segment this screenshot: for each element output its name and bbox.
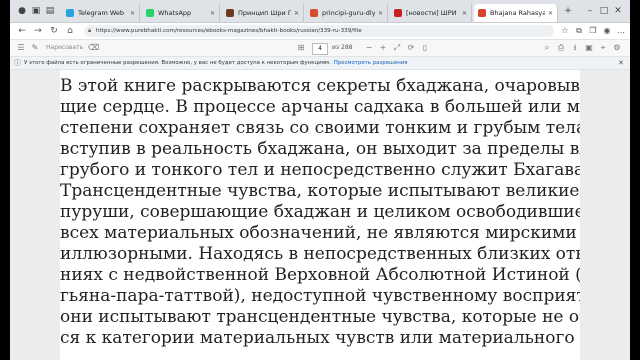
text-line: ниях с недвойственной Верховной Абсолютн… bbox=[60, 265, 580, 285]
tab-strip: ● ▣ ▤ Telegram Web ✕ WhatsApp ✕ Принцип … bbox=[10, 0, 630, 23]
rotate-icon[interactable]: ⟳ bbox=[406, 42, 416, 54]
erase-icon[interactable]: ⌫ bbox=[88, 42, 99, 54]
close-window-icon[interactable]: ✕ bbox=[612, 5, 624, 17]
lock-icon: 🔒︎ bbox=[88, 27, 92, 34]
close-icon[interactable]: ✕ bbox=[618, 57, 624, 69]
document-icon bbox=[310, 9, 318, 17]
more-icon[interactable]: … bbox=[616, 25, 626, 37]
tab-gmail-news[interactable]: [новости] ШРИ НАВАДВ... ✕ bbox=[390, 4, 472, 22]
browser-window: ● ▣ ▤ Telegram Web ✕ WhatsApp ✕ Принцип … bbox=[10, 0, 630, 360]
text-line: они испытывают трансцендентные чувства, … bbox=[60, 307, 580, 327]
page-total: из 288 bbox=[332, 44, 353, 51]
tab-title: principi-guru-dlya-sajtu... bbox=[322, 9, 375, 17]
search-icon[interactable]: ⌕ bbox=[542, 42, 552, 54]
tab-telegram[interactable]: Telegram Web ✕ bbox=[62, 4, 140, 22]
settings-icon[interactable]: ⚙ bbox=[612, 42, 622, 54]
tab-title: Telegram Web bbox=[78, 9, 125, 17]
text-line: гьяна-пара-таттвой), недоступной чувстве… bbox=[60, 286, 580, 306]
tab-principle-shri-guru[interactable]: Принцип Шри Гуру — Те... ✕ bbox=[222, 4, 304, 22]
forward-icon[interactable]: → bbox=[32, 25, 44, 37]
page-number-input[interactable]: 4 bbox=[312, 43, 328, 55]
page-nav-icon[interactable]: ⊞ bbox=[296, 42, 306, 54]
close-icon[interactable]: ✕ bbox=[294, 10, 299, 17]
pdf-icon bbox=[478, 9, 486, 17]
address-bar-row: ← → ↻ ⌂ 🔒︎ https://www.purebhakti.com/re… bbox=[10, 23, 630, 40]
draw-icon[interactable]: ✎ bbox=[30, 42, 40, 54]
pdf-viewer[interactable]: В этой книге раскрываются секреты бхаджа… bbox=[10, 70, 630, 360]
close-icon[interactable]: ✕ bbox=[378, 10, 383, 17]
back-icon[interactable]: ← bbox=[16, 25, 28, 37]
print-icon[interactable]: ⎙ bbox=[556, 42, 566, 54]
whatsapp-icon bbox=[146, 9, 154, 17]
infobar-text: У этого файла есть ограниченные разрешен… bbox=[24, 60, 331, 66]
close-icon[interactable]: ✕ bbox=[130, 10, 135, 17]
profile-button-icon[interactable]: ◉ bbox=[602, 25, 612, 37]
pdf-page: В этой книге раскрываются секреты бхаджа… bbox=[60, 70, 580, 360]
pdf-toolbar: ☰ ✎ Нарисовать ⌫ ⊞ 4 из 288 − + ⤢ ⟳ ▯ ⌕ … bbox=[10, 40, 630, 57]
save-as-icon[interactable]: ▣ bbox=[584, 42, 594, 54]
tab-bhajana-rahasya[interactable]: Bhajana Rahasya.pdf ✕ bbox=[474, 4, 558, 22]
info-icon: ⓘ bbox=[14, 59, 21, 67]
contents-icon[interactable]: ☰ bbox=[16, 42, 26, 54]
close-icon[interactable]: ✕ bbox=[548, 10, 553, 17]
text-line: щие сердце. В процессе арчаны садхака в … bbox=[60, 97, 580, 117]
url-text: https://www.purebhakti.com/resources/ebo… bbox=[96, 28, 362, 34]
address-input[interactable]: 🔒︎ https://www.purebhakti.com/resources/… bbox=[84, 25, 554, 37]
tab-title: [новости] ШРИ НАВАДВ... bbox=[406, 9, 459, 17]
tab-principi-guru[interactable]: principi-guru-dlya-sajtu... ✕ bbox=[306, 4, 388, 22]
page-view-icon[interactable]: ▯ bbox=[420, 42, 430, 54]
tab-title: Bhajana Rahasya.pdf bbox=[490, 9, 545, 17]
tab-title: Принцип Шри Гуру — Те... bbox=[238, 9, 291, 17]
close-icon[interactable]: ✕ bbox=[210, 10, 215, 17]
telegram-icon bbox=[66, 9, 74, 17]
tab-actions-icon[interactable]: ▤ bbox=[44, 5, 56, 17]
home-icon[interactable]: ⌂ bbox=[64, 25, 76, 37]
text-line: грубого и тонкого тел и непосредственно … bbox=[60, 160, 580, 180]
pin-icon[interactable]: ⌖ bbox=[598, 42, 608, 54]
zoom-out-icon[interactable]: − bbox=[364, 42, 374, 54]
tab-whatsapp[interactable]: WhatsApp ✕ bbox=[142, 4, 220, 22]
view-permissions-link[interactable]: Просмотреть разрешения bbox=[334, 60, 408, 66]
text-line: пуруши, совершающие бхаджан и целиком ос… bbox=[60, 202, 580, 222]
extensions-icon[interactable]: ⧉ bbox=[574, 25, 584, 37]
zoom-in-icon[interactable]: + bbox=[378, 42, 388, 54]
text-line: вступив в реальность бхаджана, он выходи… bbox=[60, 139, 580, 159]
favorite-icon[interactable]: ☆ bbox=[560, 25, 570, 37]
text-line: всех материальных обозначений, не являют… bbox=[60, 223, 580, 243]
minimize-icon[interactable]: – bbox=[584, 5, 596, 17]
save-icon[interactable]: ⭳ bbox=[570, 42, 580, 54]
collections-icon[interactable]: ❐ bbox=[588, 25, 598, 37]
text-line: Трансцендентные чувства, которые испытыв… bbox=[60, 181, 580, 201]
infobar-message: У этого файла есть ограниченные разрешен… bbox=[24, 57, 408, 69]
fit-page-icon[interactable]: ⤢ bbox=[392, 42, 402, 54]
maximize-icon[interactable]: □ bbox=[598, 5, 610, 17]
text-line: степени сохраняет связь со своими тонким… bbox=[60, 118, 580, 138]
workspaces-icon[interactable]: ▣ bbox=[30, 5, 42, 17]
text-line: иллюзорными. Находясь в непосредственных… bbox=[60, 244, 580, 264]
text-line: В этой книге раскрываются секреты бхаджа… bbox=[60, 76, 580, 96]
profile-icon[interactable]: ● bbox=[16, 5, 28, 17]
gmail-icon bbox=[394, 9, 402, 17]
text-line: ся к категории материальных чувств или м… bbox=[60, 328, 580, 348]
close-icon[interactable]: ✕ bbox=[462, 10, 467, 17]
new-tab-icon[interactable]: + bbox=[562, 5, 574, 17]
tab-title: WhatsApp bbox=[158, 9, 192, 17]
refresh-icon[interactable]: ↻ bbox=[48, 25, 60, 37]
permissions-infobar: ⓘ У этого файла есть ограниченные разреш… bbox=[10, 57, 630, 70]
site-favicon-icon bbox=[226, 9, 234, 17]
draw-label[interactable]: Нарисовать bbox=[46, 42, 83, 54]
